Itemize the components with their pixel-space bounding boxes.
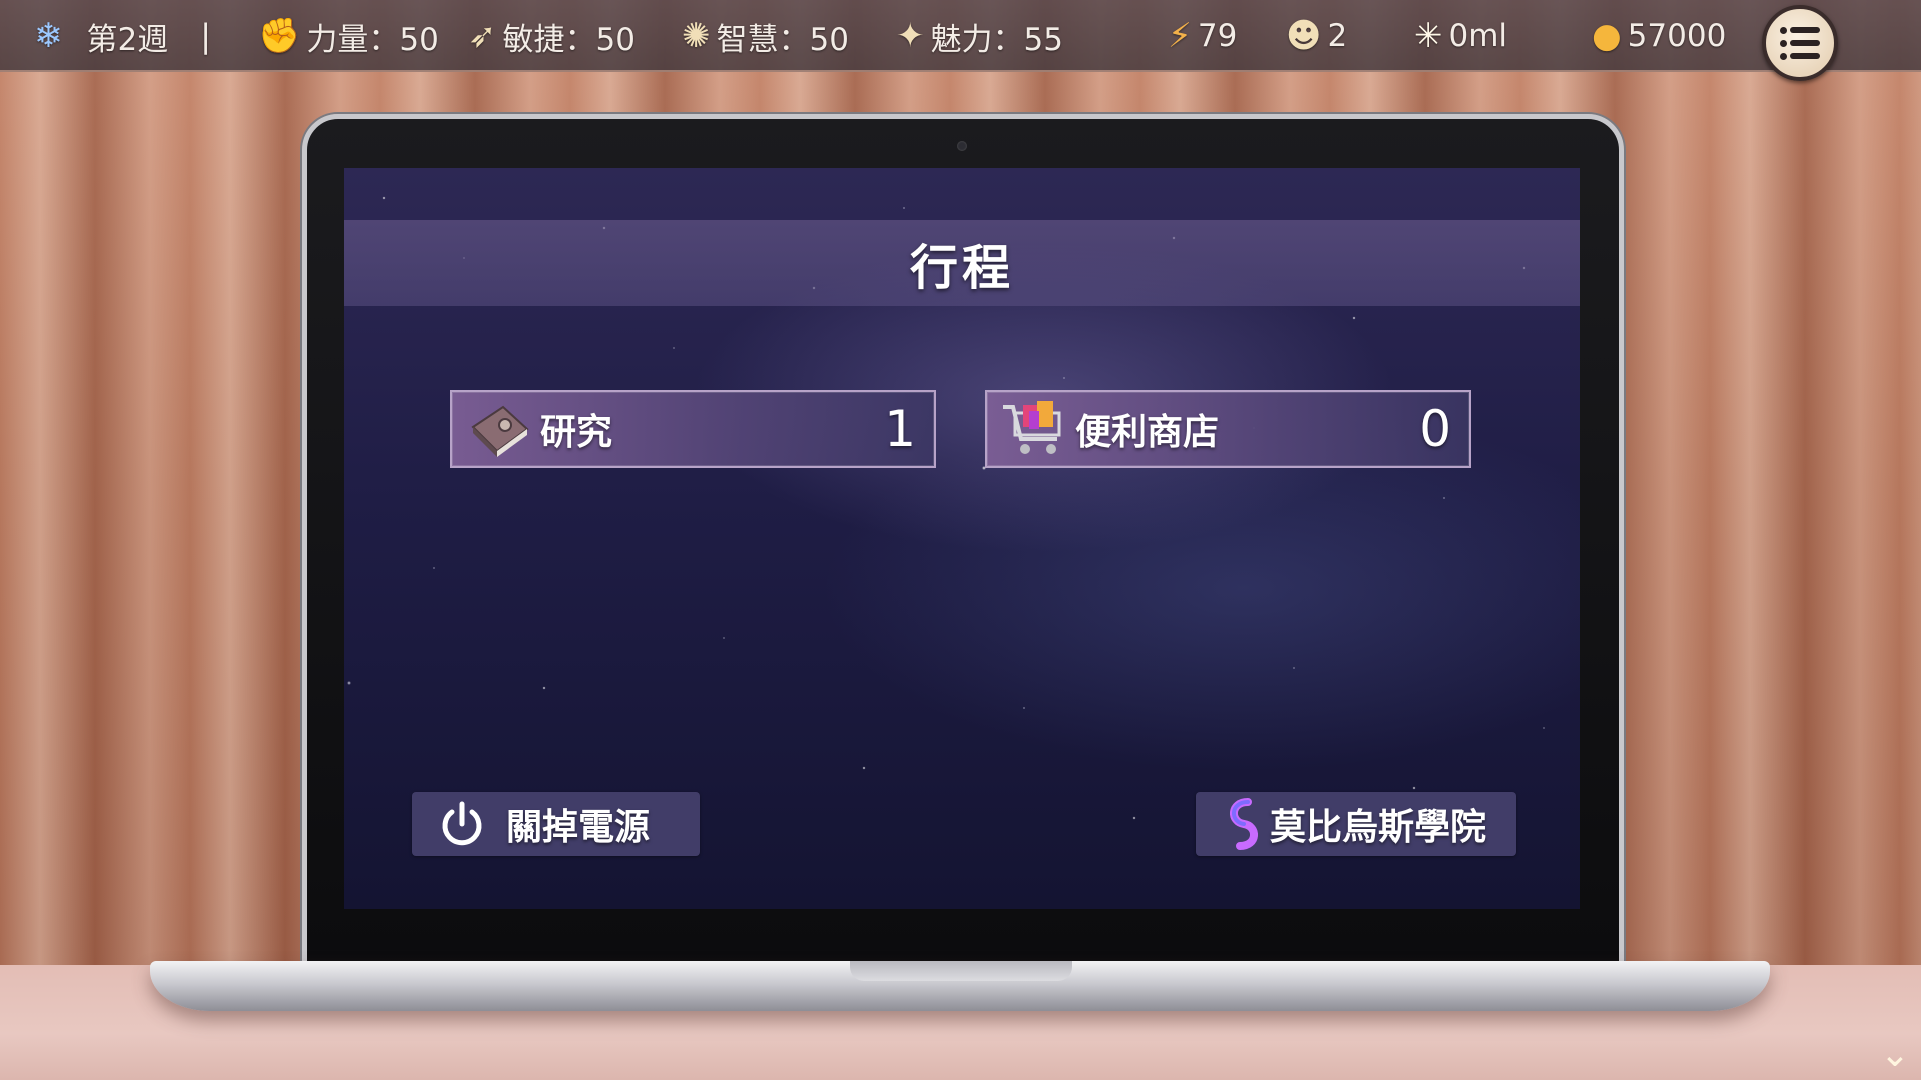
week-label: 第2週 [86, 21, 169, 58]
page-title: 行程 [909, 240, 1014, 296]
schedule-item-label: 便利商店 [1075, 411, 1220, 453]
followers-stat: ☻ 2 [1286, 0, 1347, 72]
agility-stat: ➶ 敏捷：50 [468, 0, 635, 72]
burst-icon: ✳ [1414, 16, 1443, 56]
week-indicator: ❄ 第2週 | [34, 0, 211, 72]
energy-stat: ⚡ 79 [1168, 0, 1237, 72]
followers-value: 2 [1327, 18, 1348, 54]
laptop-notch [850, 961, 1072, 981]
strength-value: 力量：50 [306, 21, 439, 58]
schedule-item-count: 1 [884, 400, 916, 458]
schedule-item-label: 研究 [540, 411, 613, 453]
charm-value: 魅力：55 [930, 21, 1063, 58]
agility-value: 敏捷：50 [502, 21, 635, 58]
status-bar: ❄ 第2週 | ✊ 力量：50 ➶ 敏捷：50 ✺ 智慧：50 ✦ 魅力：55 … [0, 0, 1921, 81]
money-stat: ● 57000 [1592, 0, 1726, 72]
schedule-item-research[interactable]: 研究 1 [450, 390, 936, 468]
strength-stat: ✊ 力量：50 [258, 0, 439, 72]
schedule-item-convenience-store[interactable]: 便利商店 0 [985, 390, 1471, 468]
power-off-button[interactable]: 關掉電源 [412, 792, 700, 856]
wisdom-value: 智慧：50 [716, 21, 849, 58]
mobius-logo-icon [1230, 798, 1258, 850]
power-off-label: 關掉電源 [506, 806, 651, 848]
snowflake-icon: ❄ [34, 16, 63, 56]
laptop-screen: 行程 研究 1 便利商店 0 關掉電源 莫比烏斯學院 [344, 168, 1580, 909]
hud-separator: | [200, 17, 212, 55]
chevron-down-icon[interactable]: ⌄ [1873, 1035, 1917, 1075]
academy-label: 莫比烏斯學院 [1270, 806, 1487, 848]
list-menu-icon [1780, 25, 1820, 61]
screen-header: 行程 [344, 220, 1580, 306]
lightbulb-icon: ✺ [682, 16, 711, 56]
coin-icon: ● [1592, 16, 1622, 56]
liquid-value: 0ml [1448, 18, 1508, 54]
wing-icon: ➶ [468, 16, 497, 56]
person-icon: ☻ [1286, 16, 1322, 56]
main-menu-button[interactable] [1762, 5, 1838, 81]
schedule-item-count: 0 [1419, 400, 1451, 458]
power-icon [442, 801, 482, 846]
fist-icon: ✊ [258, 16, 301, 56]
sparkle-icon: ✦ [896, 16, 925, 56]
lightning-icon: ⚡ [1168, 16, 1192, 56]
charm-stat: ✦ 魅力：55 [896, 0, 1063, 72]
book-icon [464, 397, 534, 461]
liquid-stat: ✳ 0ml [1414, 0, 1507, 72]
academy-button[interactable]: 莫比烏斯學院 [1196, 792, 1516, 856]
wisdom-stat: ✺ 智慧：50 [682, 0, 849, 72]
money-value: 57000 [1627, 18, 1727, 54]
webcam [957, 141, 967, 151]
shopping-cart-icon [999, 397, 1069, 461]
energy-value: 79 [1197, 18, 1238, 54]
